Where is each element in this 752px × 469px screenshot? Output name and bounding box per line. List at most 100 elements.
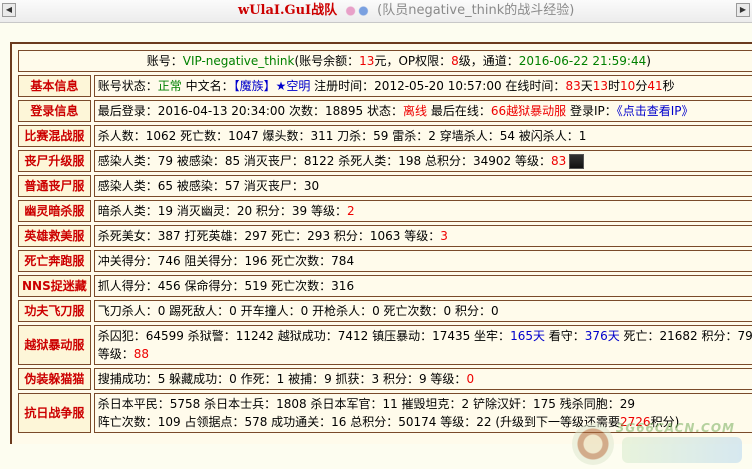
value-text: 0	[466, 372, 475, 386]
account-summary: 账号：VIP-negative_think(账号余额：13元，OP权限：8级，通…	[18, 50, 752, 72]
value-text: 离线	[403, 104, 428, 118]
value-text: 3	[440, 229, 448, 243]
value-text: 分	[635, 79, 648, 93]
row-values: 杀人数：1062 死亡数：1047 爆头数：311 刀杀：59 雷杀：2 穿墙杀…	[93, 125, 752, 147]
balance-label: (账号余额：	[294, 54, 360, 68]
scroll-right-icon[interactable]: ▶	[736, 3, 750, 17]
value-text: 飞刀杀人：0 踢死敌人：0 开车撞人：0 开枪杀人：0 死亡次数：0 积分：0	[97, 304, 499, 318]
value-text: 83	[565, 79, 581, 93]
value-text: 冲关得分：746 阻关得分：196 死亡次数：784	[97, 254, 355, 268]
row-label: 死亡奔跑服	[18, 250, 91, 272]
value-text: 中文名：	[181, 79, 234, 93]
clan-name: wUlaI.GuI战队	[238, 3, 338, 18]
row-values: 抓人得分：456 保命得分：519 死亡次数：316	[93, 275, 752, 297]
stat-row: 丧尸升级服 感染人类：79 被感染：85 消灭丧尸：8122 杀死人类：198 总…	[18, 150, 752, 172]
value-text: 账号状态：	[97, 79, 158, 93]
value-text: 时	[608, 79, 621, 93]
value-text: 2726	[620, 415, 651, 429]
row-values: 杀死美女：387 打死英雄：297 死亡：293 积分：1063 等级：3	[93, 225, 752, 247]
scroll-left-icon[interactable]: ◀	[2, 3, 16, 17]
value-text: 最后在线：	[427, 104, 491, 118]
value-text: 41	[647, 79, 663, 93]
top-bar: ◀ wUlaI.GuI战队 (队员negative_think的战斗经验) ▶	[0, 0, 752, 23]
row-label: 伪装躲猫猫	[18, 368, 91, 390]
stat-row: 伪装躲猫猫 搜捕成功：5 躲藏成功：0 作死：1 被捕：9 抓获：3 积分：9 等…	[18, 368, 752, 390]
row-values: 暗杀人类：19 消灭幽灵：20 积分：39 等级：2	[93, 200, 752, 222]
value-text: 杀人数：1062 死亡数：1047 爆头数：311 刀杀：59 雷杀：2 穿墙杀…	[97, 129, 587, 143]
rank-avatar-icon	[569, 154, 585, 169]
value-text: 杀囚犯：64599 杀狱警：11242 越狱成功：7412 镇压暴动：17435…	[97, 329, 511, 343]
value-text: 13	[592, 79, 609, 93]
row-label: 基本信息	[18, 75, 91, 97]
value-text: 等级：	[97, 347, 134, 361]
row-label: 普通丧尸服	[18, 175, 91, 197]
balance-value: 13	[359, 54, 375, 68]
account-id: VIP-negative_think	[182, 54, 295, 68]
stat-row: 登录信息 最后登录：2016-04-13 20:34:00 次数：18895 状态…	[18, 100, 752, 122]
stat-row: 死亡奔跑服 冲关得分：746 阻关得分：196 死亡次数：784	[18, 250, 752, 272]
row-values: 飞刀杀人：0 踢死敌人：0 开车撞人：0 开枪杀人：0 死亡次数：0 积分：0	[93, 300, 752, 322]
value-text: 杀死美女：387 打死英雄：297 死亡：293 积分：1063 等级：	[97, 229, 441, 243]
value-text: 【魔族】★空明	[233, 79, 311, 93]
value-text: 88	[133, 347, 150, 361]
stat-row: 功夫飞刀服 飞刀杀人：0 踢死敌人：0 开车撞人：0 开枪杀人：0 死亡次数：0 …	[18, 300, 752, 322]
stat-row: 比赛混战服 杀人数：1062 死亡数：1047 爆头数：311 刀杀：59 雷杀：…	[18, 125, 752, 147]
value-text: 秒	[662, 79, 675, 93]
value-text: 2	[347, 204, 355, 218]
row-values: 账号状态：正常 中文名：【魔族】★空明 注册时间：2012-05-20 10:5…	[93, 75, 752, 97]
row-label: 登录信息	[18, 100, 91, 122]
view-ip-link[interactable]: 《点击查看IP》	[617, 104, 694, 118]
stat-row: 基本信息 账号状态：正常 中文名：【魔族】★空明 注册时间：2012-05-20 …	[18, 75, 752, 97]
row-values: 杀囚犯：64599 杀狱警：11242 越狱成功：7412 镇压暴动：17435…	[93, 325, 752, 365]
row-label: 丧尸升级服	[18, 150, 91, 172]
value-text: 83	[550, 154, 567, 168]
row-label: 越狱暴动服	[18, 325, 91, 365]
row-label: 比赛混战服	[18, 125, 91, 147]
account-prefix: 账号：	[146, 54, 183, 68]
row-label: 抗日战争服	[18, 393, 91, 433]
row-label: 幽灵暗杀服	[18, 200, 91, 222]
watermark-banner	[622, 437, 742, 463]
row-values: 最后登录：2016-04-13 20:34:00 次数：18895 状态：离线 …	[93, 100, 752, 122]
row-label: 功夫飞刀服	[18, 300, 91, 322]
page-title: wUlaI.GuI战队 (队员negative_think的战斗经验)	[238, 1, 574, 19]
stat-row: 抗日战争服 杀日本平民：5758 杀日本士兵：1808 杀日本军官：11 摧毁坦克…	[18, 393, 752, 433]
row-values: 感染人类：79 被感染：85 消灭丧尸：8122 杀死人类：198 总积分：34…	[93, 150, 752, 172]
channel-label: 级，通道：	[458, 54, 519, 68]
row-label: 英雄救美服	[18, 225, 91, 247]
account-row: 账号：VIP-negative_think(账号余额：13元，OP权限：8级，通…	[18, 50, 752, 72]
value-text: 注册时间：2012-05-20 10:57:00 在线时间：	[310, 79, 566, 93]
channel-date: 2016-06-22 21:59:44	[518, 54, 647, 68]
row-values: 杀日本平民：5758 杀日本士兵：1808 杀日本军官：11 摧毁坦克：2 铲除…	[93, 393, 752, 433]
stat-row: 英雄救美服 杀死美女：387 打死英雄：297 死亡：293 积分：1063 等级…	[18, 225, 752, 247]
value-text: 376天	[584, 329, 620, 343]
value-text: 165天	[510, 329, 545, 343]
value-text: 66越狱暴动服	[490, 104, 567, 118]
stat-row: 普通丧尸服 感染人类：65 被感染：57 消灭丧尸：30	[18, 175, 752, 197]
mascot-icon	[341, 3, 374, 18]
value-text: 登录IP：	[566, 104, 617, 118]
row-label: NNS捉迷藏	[18, 275, 91, 297]
value-text: 杀日本平民：5758 杀日本士兵：1808 杀日本军官：11 摧毁坦克：2 铲除…	[97, 397, 635, 411]
account-close: )	[646, 54, 651, 68]
stat-row: 越狱暴动服 杀囚犯：64599 杀狱警：11242 越狱成功：7412 镇压暴动：…	[18, 325, 752, 365]
stats-table: 账号：VIP-negative_think(账号余额：13元，OP权限：8级，通…	[15, 47, 752, 436]
stats-panel: 账号：VIP-negative_think(账号余额：13元，OP权限：8级，通…	[10, 42, 752, 465]
value-text: 阵亡次数：109 占领据点：578 成功通关：16 总积分：50174 等级：2…	[97, 415, 621, 429]
row-values: 搜捕成功：5 躲藏成功：0 作死：1 被捕：9 抓获：3 积分：9 等级：0	[93, 368, 752, 390]
page-subtitle: (队员negative_think的战斗经验)	[377, 3, 575, 18]
stat-row: 幽灵暗杀服 暗杀人类：19 消灭幽灵：20 积分：39 等级：2	[18, 200, 752, 222]
value-text: 天	[580, 79, 593, 93]
row-values: 冲关得分：746 阻关得分：196 死亡次数：784	[93, 250, 752, 272]
value-text: 正常	[157, 79, 182, 93]
op-label: 元，OP权限：	[374, 54, 452, 68]
value-text: 积分)	[650, 415, 680, 429]
value-text: 最后登录：2016-04-13 20:34:00 次数：18895 状态：	[97, 104, 403, 118]
value-text: 看守：	[544, 329, 585, 343]
value-text: 抓人得分：456 保命得分：519 死亡次数：316	[97, 279, 355, 293]
op-level: 8	[451, 54, 459, 68]
value-text: 10	[620, 79, 636, 93]
stat-row: NNS捉迷藏 抓人得分：456 保命得分：519 死亡次数：316	[18, 275, 752, 297]
value-text: 搜捕成功：5 躲藏成功：0 作死：1 被捕：9 抓获：3 积分：9 等级：	[97, 372, 467, 386]
value-text: 感染人类：79 被感染：85 消灭丧尸：8122 杀死人类：198 总积分：34…	[97, 154, 551, 168]
